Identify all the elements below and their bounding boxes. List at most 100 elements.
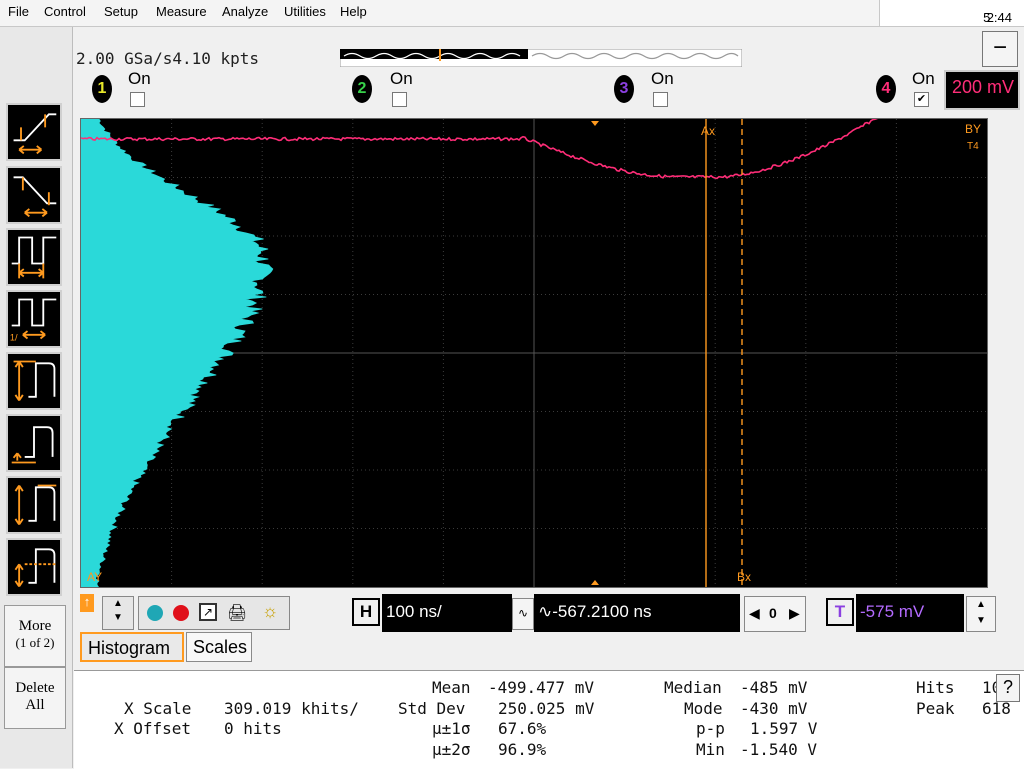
tab-histogram[interactable]: Histogram <box>80 632 184 662</box>
menu-analyze[interactable]: Analyze <box>222 4 268 19</box>
mu2-value: 96.9% <box>498 740 547 759</box>
delete-all-button[interactable]: Delete All <box>4 667 66 729</box>
right-arrow-icon[interactable]: ▶ <box>789 597 800 629</box>
horizontal-position-value: -567.2100 ns <box>552 602 652 621</box>
trigger-label[interactable]: T <box>826 598 854 626</box>
menu-setup[interactable]: Setup <box>104 4 138 19</box>
channel-4-badge[interactable]: 4 <box>876 75 896 103</box>
menu-measure[interactable]: Measure <box>156 4 207 19</box>
stddev-label: Std Dev <box>398 699 466 718</box>
channel-4-scale[interactable]: 200 mV <box>944 70 1020 110</box>
mean-label: Mean <box>432 678 471 697</box>
cursor-ax-label: Ax <box>701 124 715 138</box>
channel-4-checkbox[interactable]: ✔ <box>914 92 929 107</box>
channel-1-state: On <box>128 69 151 88</box>
delete-label: Delete <box>15 680 55 696</box>
ac-coupling-icon[interactable]: ∿ <box>512 598 534 630</box>
scroll-stepper[interactable]: ▲ ▼ <box>102 596 134 630</box>
more-label: More <box>18 618 52 634</box>
mu1-label: µ±1σ <box>432 719 471 738</box>
horizontal-ref-value: 0 <box>769 605 777 621</box>
channel-3-state: On <box>651 69 674 88</box>
clock: 5 Feb 2015 2:44 PM <box>879 0 1024 55</box>
top-measure-button[interactable] <box>6 476 62 534</box>
autoscale-icon[interactable]: ☼ <box>259 601 281 623</box>
base-measure-button[interactable] <box>6 414 62 472</box>
median-label: Median <box>664 678 722 697</box>
horizontal-label[interactable]: H <box>352 598 380 626</box>
left-arrow-icon[interactable]: ◀ <box>749 597 760 629</box>
x-offset-value: 0 hits <box>224 719 282 738</box>
memory-depth: 4.10 kpts <box>172 49 260 68</box>
cursor-by-label: BY <box>965 122 981 136</box>
channel-2-badge[interactable]: 2 <box>352 75 372 103</box>
channel-3-checkbox[interactable] <box>653 92 668 107</box>
pp-label: p-p <box>696 719 725 738</box>
tab-scales[interactable]: Scales <box>186 632 252 662</box>
timebase-overview[interactable] <box>340 49 742 67</box>
menu-file[interactable]: File <box>8 4 29 19</box>
frequency-measure-button[interactable]: 1/ <box>6 290 62 348</box>
fall-time-measure-button[interactable] <box>6 166 62 224</box>
trigger-position-marker <box>591 121 599 126</box>
sample-rate: 2.00 GSa/s <box>76 49 173 68</box>
horizontal-ref-stepper[interactable]: ◀ 0 ▶ <box>744 596 806 632</box>
rise-time-measure-button[interactable] <box>6 103 62 161</box>
print-icon[interactable]: 🖨 <box>227 603 247 622</box>
stop-icon[interactable] <box>173 605 189 621</box>
channel-3-badge[interactable]: 3 <box>614 75 634 103</box>
menu-bar: File Control Setup Measure Analyze Utili… <box>0 0 1024 55</box>
control-toolbar: ↑ ▲ ▼ ↗ 🖨 ☼ H 100 ns/ ∿ ∿-567.2100 ns ◀ 0… <box>78 592 1024 632</box>
svg-text:1/: 1/ <box>10 332 18 342</box>
middle-measure-button[interactable] <box>6 538 62 596</box>
channel-2-checkbox[interactable] <box>392 92 407 107</box>
mode-label: Mode <box>684 699 723 718</box>
bottom-position-marker <box>591 580 599 585</box>
more-button[interactable]: More (1 of 2) <box>4 605 66 667</box>
sample-rate-readout: 2.00 GSa/s4.10 kpts <box>76 49 259 68</box>
channel-1-checkbox[interactable] <box>130 92 145 107</box>
single-icon[interactable]: ↗ <box>199 603 217 621</box>
menu-help[interactable]: Help <box>340 4 367 19</box>
x-scale-value: 309.019 khits/ <box>224 699 359 718</box>
min-value: -1.540 V <box>740 740 818 759</box>
acquisition-controls: ↗ 🖨 ☼ <box>138 596 290 630</box>
menu-utilities[interactable]: Utilities <box>284 4 326 19</box>
acquisition-bar: 2.00 GSa/s4.10 kpts − <box>74 27 1024 68</box>
mu2-label: µ±2σ <box>432 740 471 759</box>
stddev-value: 250.025 mV <box>498 699 595 718</box>
cursor-bx-label: Bx <box>737 570 751 584</box>
mu1-value: 67.6% <box>498 719 547 738</box>
peak-label: Peak <box>916 699 955 718</box>
trigger-ref-label: T4 <box>967 141 979 152</box>
x-offset-label: X Offset <box>114 719 192 738</box>
help-button[interactable]: ? <box>996 674 1020 702</box>
waveform-display[interactable]: Ax Bx AY BY T4 <box>80 37 988 588</box>
horizontal-position-field[interactable]: ∿-567.2100 ns <box>534 594 740 632</box>
up-arrow-icon[interactable]: ↑ <box>80 594 94 612</box>
left-panel: 1/ More (1 of 2) Delete All <box>0 27 73 768</box>
trigger-level-field[interactable]: -575 mV <box>856 594 964 632</box>
histogram-results-panel: X Scale 309.019 khits/ X Offset 0 hits M… <box>74 670 1024 769</box>
mode-value: -430 mV <box>740 699 808 718</box>
all-label: All <box>25 697 45 713</box>
minimize-button[interactable]: − <box>982 31 1018 67</box>
amplitude-measure-button[interactable] <box>6 352 62 410</box>
channel-4-state: On <box>912 69 935 88</box>
channel-row: 1 On 2 On 3 On 4 On ✔ 200 mV <box>74 67 1024 117</box>
pp-value: 1.597 V <box>750 719 818 738</box>
channel-2-state: On <box>390 69 413 88</box>
menu-control[interactable]: Control <box>44 4 86 19</box>
x-scale-label: X Scale <box>124 699 192 718</box>
waveform-canvas: Ax Bx AY BY T4 <box>80 37 988 588</box>
median-value: -485 mV <box>740 678 808 697</box>
hits-label: Hits <box>916 678 955 697</box>
channel-1-badge[interactable]: 1 <box>92 75 112 103</box>
horizontal-scale-field[interactable]: 100 ns/ <box>382 594 512 632</box>
min-label: Min <box>696 740 725 759</box>
run-icon[interactable] <box>147 605 163 621</box>
more-page-label: (1 of 2) <box>15 635 55 650</box>
cursor-ay-label: AY <box>87 570 102 584</box>
period-measure-button[interactable] <box>6 228 62 286</box>
trigger-level-stepper[interactable]: ▲ ▼ <box>966 596 996 632</box>
